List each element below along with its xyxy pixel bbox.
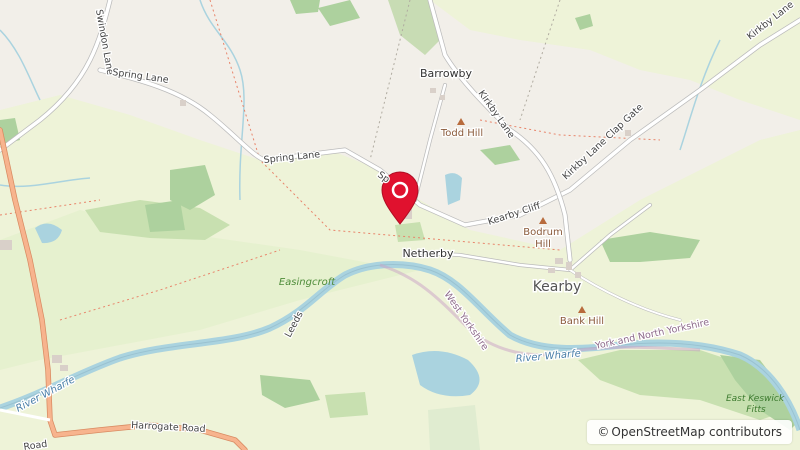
place-label-netherby: Netherby [402,247,454,260]
place-label-east-keswick: East Keswick [726,394,785,404]
wood-area [325,392,368,418]
pond [445,173,462,205]
wood-area [145,200,185,232]
place-label-fitts: Fitts [746,405,766,415]
place-label-easingcroft: Easingcroft [279,277,336,288]
park-area [395,222,425,242]
attribution-link[interactable]: OpenStreetMap contributors [611,425,782,439]
place-label-hill: Hill [535,239,551,250]
place-label-barrowby: Barrowby [420,67,473,80]
copyright-symbol: © [597,425,610,439]
place-label-bank-hill: Bank Hill [560,316,604,327]
park-area [428,405,480,450]
attribution: © OpenStreetMap contributors [587,420,792,444]
map-canvas: Barrowby Netherby Todd Hill Bodrum Hill … [0,0,800,450]
place-label-kearby: Kearby [533,279,582,295]
place-label-bodrum: Bodrum [523,227,563,238]
map-view[interactable]: Barrowby Netherby Todd Hill Bodrum Hill … [0,0,800,450]
place-label-todd-hill: Todd Hill [440,128,483,139]
